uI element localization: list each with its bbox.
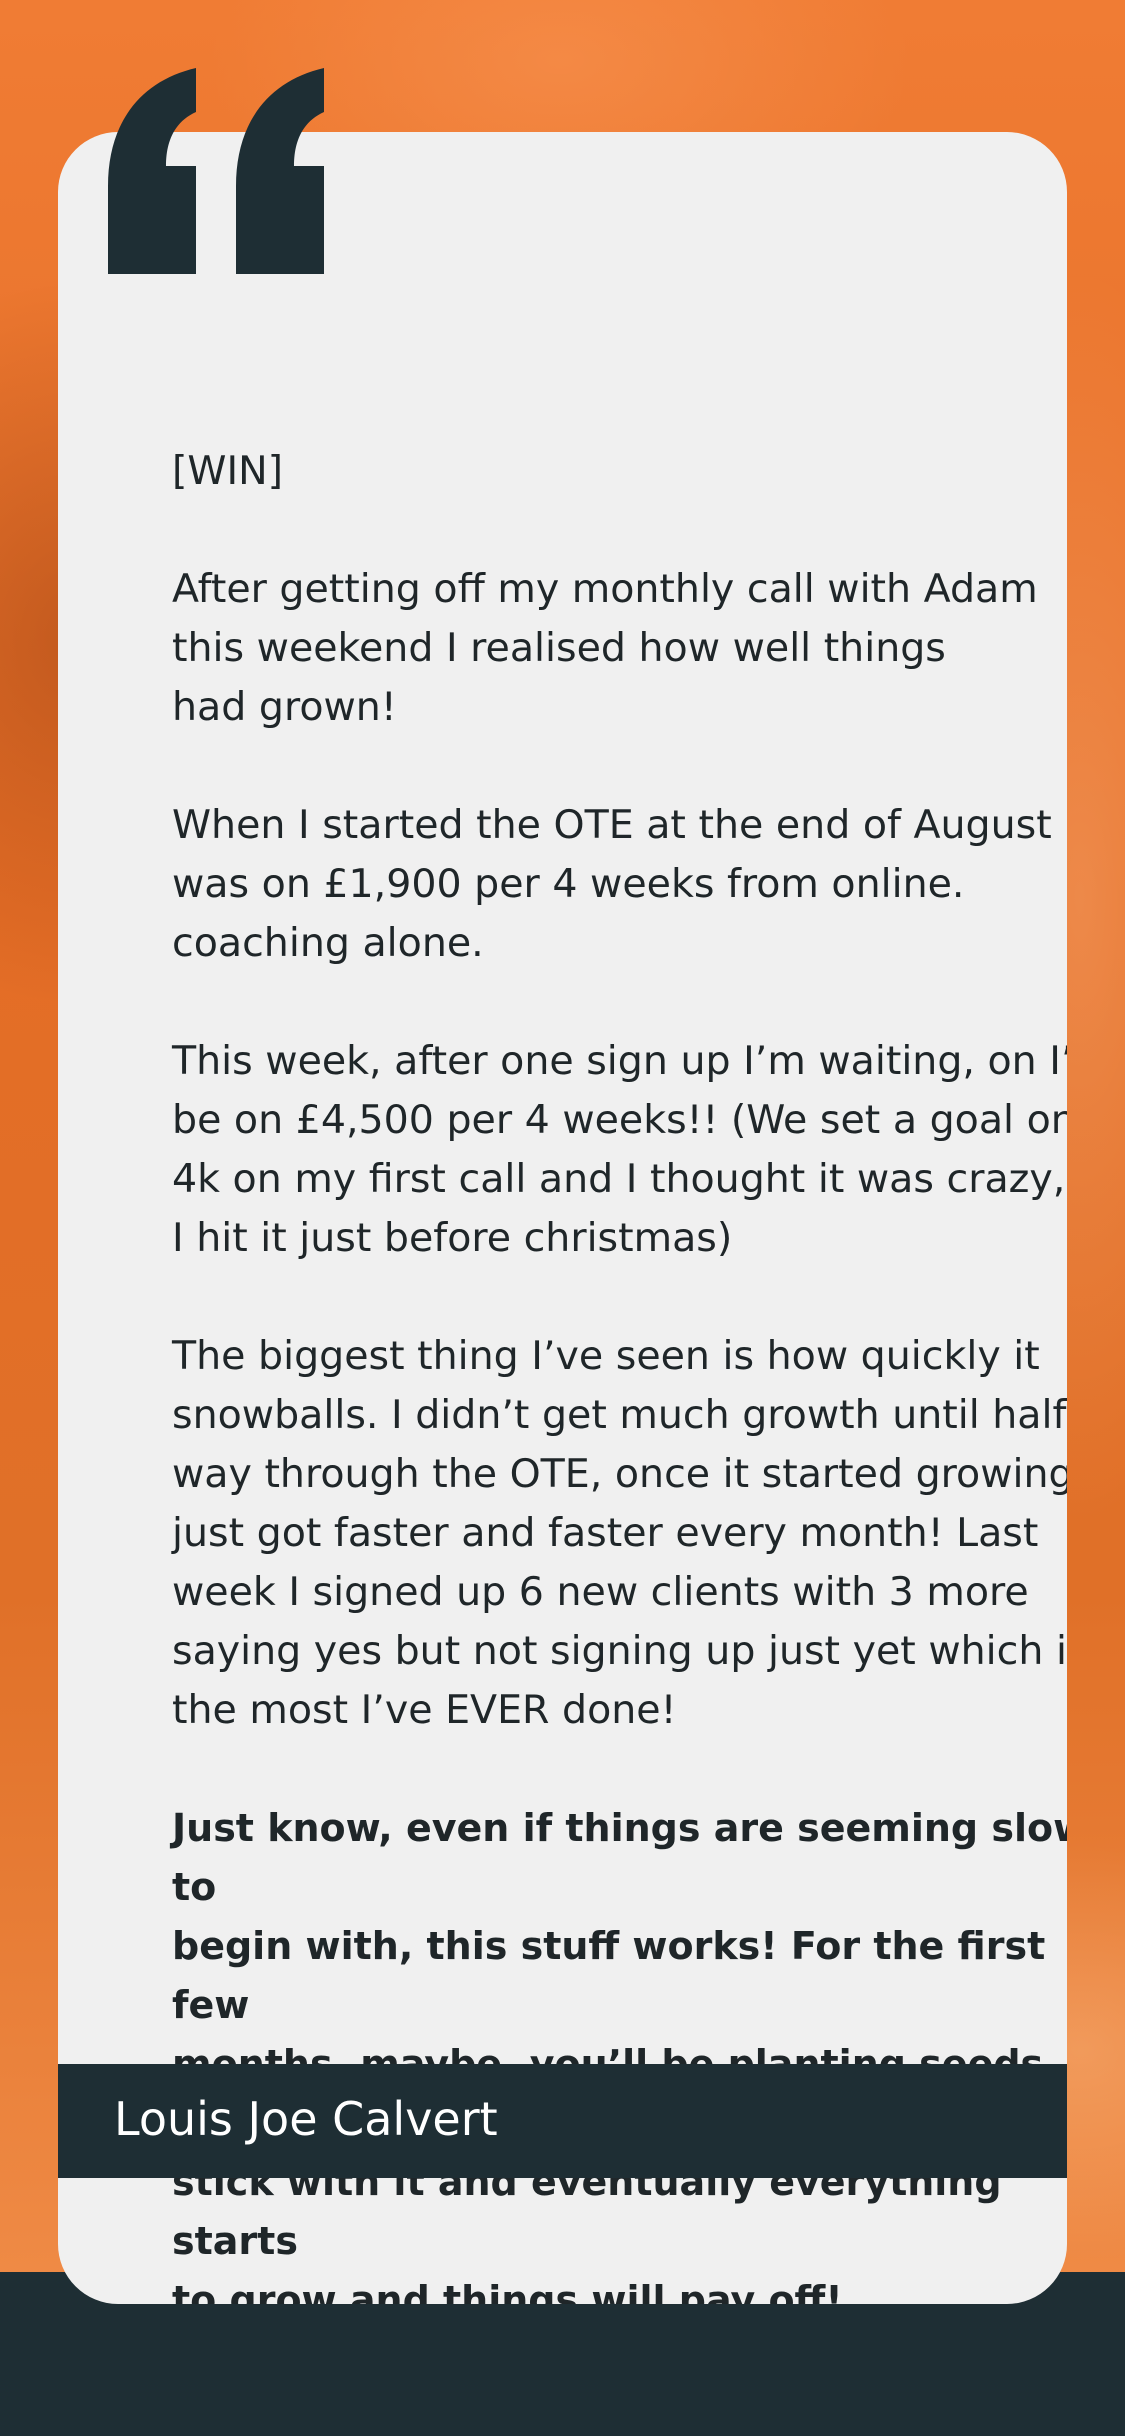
paragraph-2: When I started the OTE at the end of Aug… bbox=[172, 802, 1067, 966]
open-quote-icon bbox=[108, 68, 324, 274]
paragraph-1: After getting off my monthly call with A… bbox=[172, 566, 1038, 730]
paragraph-4: The biggest thing I’ve seen is how quick… bbox=[172, 1333, 1067, 1733]
author-name: Louis Joe Calvert bbox=[114, 2092, 498, 2146]
testimonial-card: [WIN] After getting off my monthly call … bbox=[58, 132, 1067, 2304]
testimonial-text: [WIN] After getting off my monthly call … bbox=[172, 442, 1067, 2304]
author-bar: Louis Joe Calvert bbox=[58, 2064, 1067, 2178]
win-tag: [WIN] bbox=[172, 448, 284, 494]
paragraph-3: This week, after one sign up I’m waiting… bbox=[172, 1038, 1067, 1261]
highlight-paragraph: Just know, even if things are seeming sl… bbox=[172, 1806, 1067, 2304]
